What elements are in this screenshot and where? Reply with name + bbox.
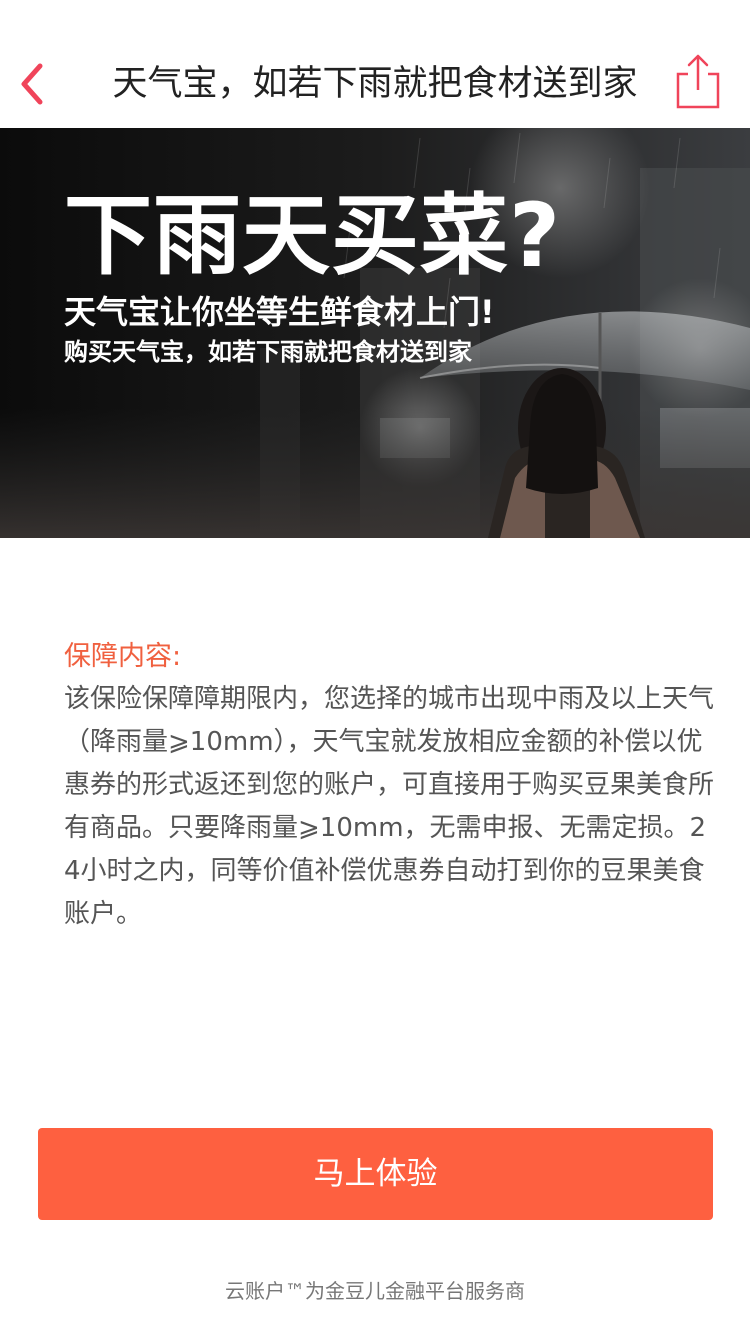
page: 天气宝，如若下雨就把食材送到家 下雨天买菜? 天气宝让你坐等生鲜食材上门! 购买… xyxy=(0,0,750,1334)
footer-note: 云账户™为金豆儿金融平台服务商 xyxy=(225,1279,525,1303)
hero-banner: 下雨天买菜? 天气宝让你坐等生鲜食材上门! 购买天气宝，如若下雨就把食材送到家 xyxy=(0,128,750,538)
banner-subtitle: 天气宝让你坐等生鲜食材上门! xyxy=(64,293,495,331)
coverage-description: 该保险保障障期限内，您选择的城市出现中雨及以上天气（降雨量⩾10mm），天气宝就… xyxy=(64,684,715,929)
banner-text: 下雨天买菜? 天气宝让你坐等生鲜食材上门! 购买天气宝，如若下雨就把食材送到家 xyxy=(64,186,561,368)
banner-headline: 下雨天买菜? xyxy=(64,184,562,287)
coverage-title: 保障内容: xyxy=(64,641,182,672)
nav-bar: 天气宝，如若下雨就把食材送到家 xyxy=(0,0,750,128)
share-icon xyxy=(676,54,720,109)
try-now-button[interactable]: 马上体验 xyxy=(38,1128,713,1220)
banner-tagline: 购买天气宝，如若下雨就把食材送到家 xyxy=(64,338,472,366)
page-title: 天气宝，如若下雨就把食材送到家 xyxy=(112,64,638,104)
coverage-section: 保障内容: 该保险保障障期限内，您选择的城市出现中雨及以上天气（降雨量⩾10mm… xyxy=(64,636,714,936)
back-button[interactable] xyxy=(10,56,54,112)
share-button[interactable] xyxy=(674,52,722,112)
chevron-left-icon xyxy=(21,63,43,105)
